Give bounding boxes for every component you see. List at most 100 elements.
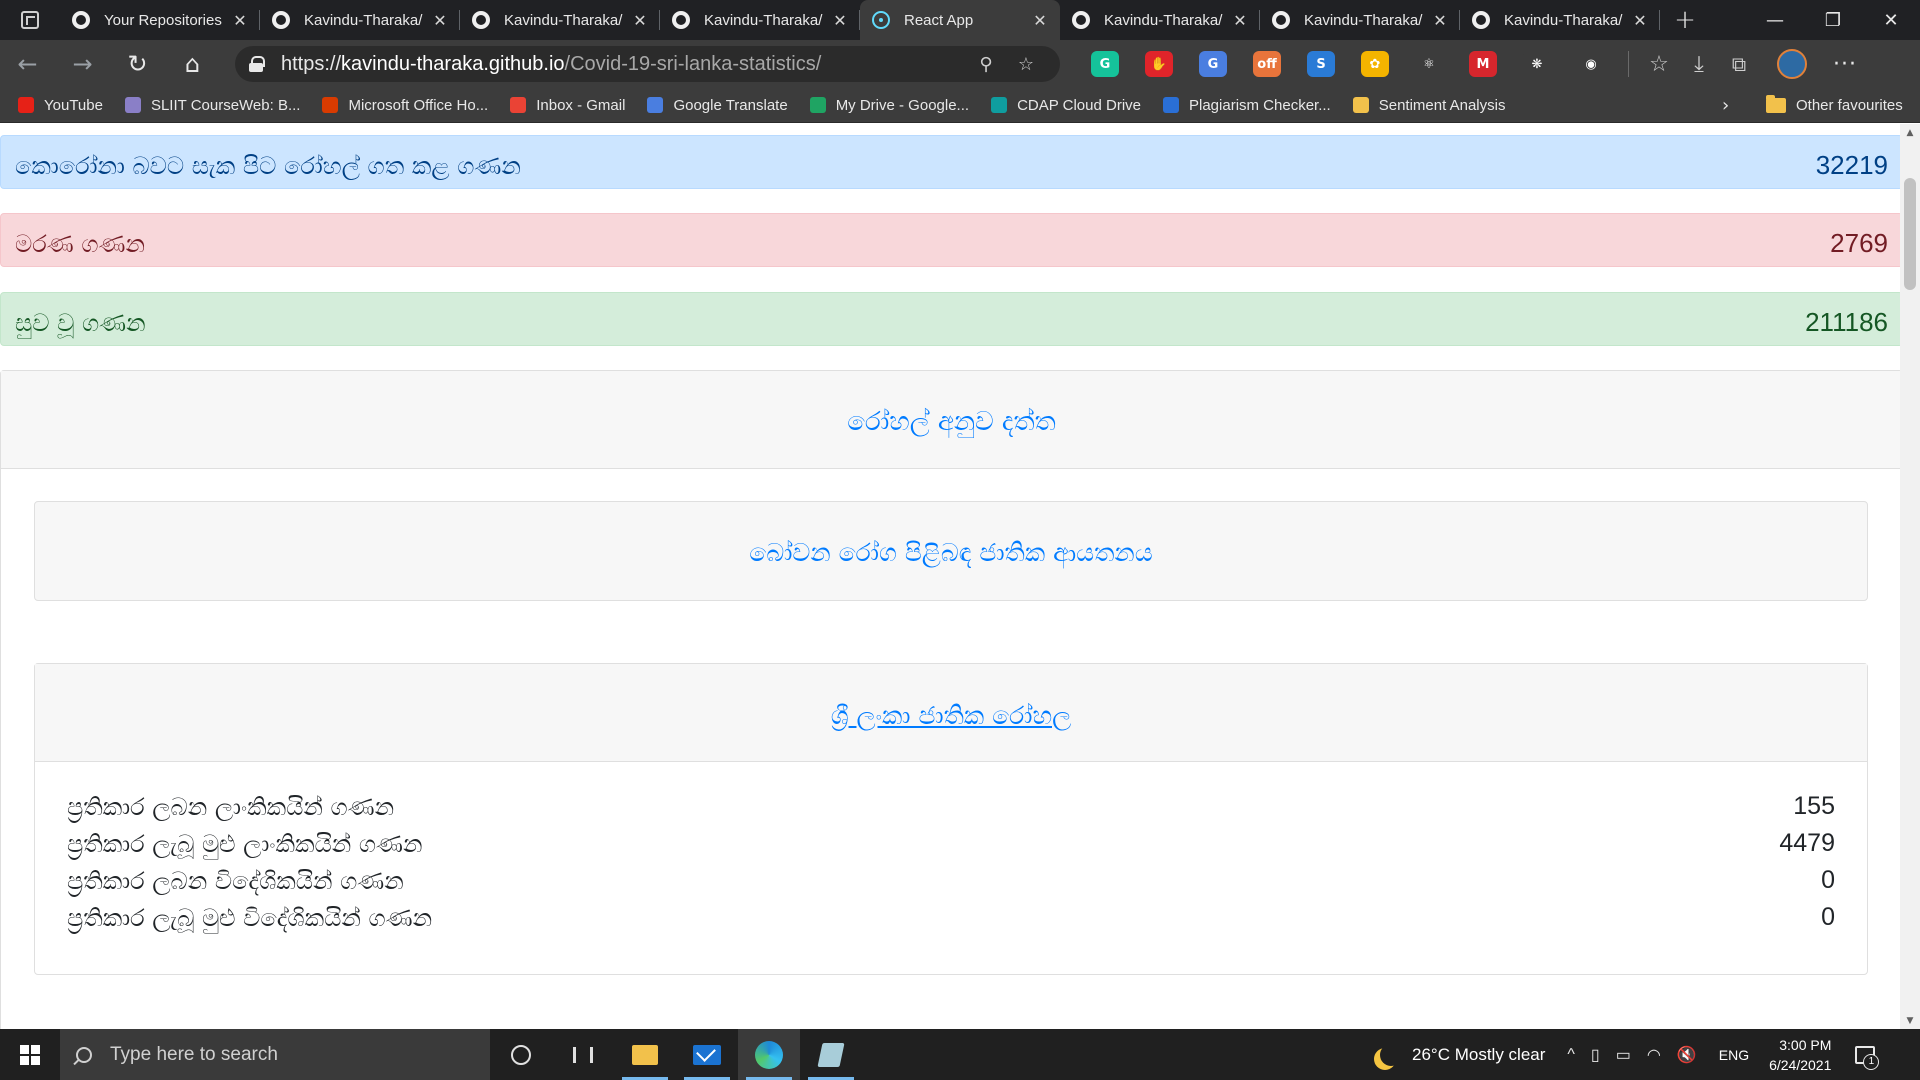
bookmark-item[interactable]: Microsoft Office Ho... (322, 97, 488, 114)
browser-tab[interactable]: Kavindu-Tharaka/ ✕ (260, 0, 460, 40)
scroll-up-arrow-icon[interactable]: ▲ (1900, 124, 1920, 141)
taskbar-search[interactable]: Type here to search (60, 1029, 490, 1080)
address-bar[interactable]: https://kavindu-tharaka.github.io/Covid-… (235, 46, 1060, 82)
browser-tab[interactable]: Your Repositories ✕ (60, 0, 260, 40)
usb-icon[interactable]: ▯ (1591, 1045, 1600, 1065)
clock-date: 6/24/2021 (1769, 1056, 1832, 1073)
show-hidden-icons-icon[interactable]: ^ (1567, 1046, 1575, 1064)
browser-tab[interactable]: Kavindu-Tharaka/ ✕ (460, 0, 660, 40)
browser-tab[interactable]: React App ✕ (860, 0, 1060, 40)
close-tab-icon[interactable]: ✕ (430, 11, 450, 30)
favorites-icon[interactable]: ☆ (1639, 52, 1679, 77)
notification-count-badge: 1 (1863, 1053, 1880, 1070)
translate-icon[interactable]: G (1199, 51, 1227, 77)
cookie-ext-icon[interactable]: ◉ (1577, 51, 1605, 77)
notes-app-button[interactable] (800, 1029, 862, 1080)
language-indicator[interactable]: ENG (1719, 1047, 1749, 1063)
close-window-button[interactable]: ✕ (1862, 0, 1920, 40)
close-tab-icon[interactable]: ✕ (1430, 11, 1450, 30)
hospital-stats: ප්‍රතිකාර ලබන ලාංකිකයින් ගණන 155 ප්‍රතික… (35, 762, 1867, 936)
notification-center-icon[interactable]: 1 (1855, 1045, 1880, 1070)
react-devtools-icon[interactable]: ⚛ (1415, 51, 1443, 77)
hospital-data-header: රෝහල් අනුව දත්ත (1, 371, 1900, 469)
bookmark-item[interactable]: Sentiment Analysis (1352, 97, 1505, 114)
moon-icon[interactable] (1380, 1044, 1402, 1066)
scroll-down-arrow-icon[interactable]: ▼ (1900, 1012, 1920, 1029)
weather-text[interactable]: 26°C Mostly clear (1412, 1045, 1545, 1065)
ext-off-icon[interactable]: off (1253, 51, 1281, 77)
start-button[interactable] (0, 1029, 60, 1080)
home-button[interactable]: ⌂ (165, 40, 220, 88)
recovered-value: 211186 (1805, 306, 1888, 337)
restore-button[interactable]: ❐ (1804, 0, 1862, 40)
forward-button[interactable]: → (55, 40, 110, 88)
downloads-icon[interactable]: ⤓ (1679, 52, 1719, 77)
tab-actions-icon (21, 11, 39, 29)
bookmark-item[interactable]: YouTube (18, 97, 103, 114)
more-menu-icon[interactable]: ··· (1833, 52, 1857, 77)
other-favourites-folder[interactable]: Other favourites (1766, 94, 1903, 114)
tab-actions-button[interactable] (0, 0, 60, 40)
task-view-button[interactable] (552, 1029, 614, 1080)
bookmark-item[interactable]: CDAP Cloud Drive (991, 97, 1141, 114)
flower-ext-icon[interactable]: ✿ (1361, 51, 1389, 77)
url-scheme: https:// (281, 52, 342, 75)
url-text[interactable]: https://kavindu-tharaka.github.io/Covid-… (281, 53, 966, 76)
hospital-name-link[interactable]: ශ්‍රී ලංකා ජාතික රෝහල (831, 695, 1072, 731)
extension-list: G ✋ Goff S ✿ ⚛ M ❋ ◉ (1078, 51, 1618, 77)
wifi-icon[interactable]: ◠ (1647, 1045, 1661, 1065)
bookmark-favicon-icon (322, 97, 339, 113)
file-explorer-button[interactable] (614, 1029, 676, 1080)
bookmark-item[interactable]: SLIIT CourseWeb: B... (124, 97, 300, 114)
folder-icon (1766, 94, 1786, 113)
back-button[interactable]: ← (0, 40, 55, 88)
tab-list: Your Repositories ✕ Kavindu-Tharaka/✕ Kavin… (60, 0, 1660, 40)
bookmark-label: Plagiarism Checker... (1189, 96, 1331, 114)
mendeley-icon[interactable]: M (1469, 51, 1497, 77)
cortana-button[interactable] (490, 1029, 552, 1080)
toolbar-separator (1628, 51, 1629, 77)
bookmark-item[interactable]: Google Translate (647, 97, 788, 114)
zoom-icon[interactable]: ⚲ (966, 54, 1006, 75)
bookmark-favicon-icon (809, 97, 826, 113)
edge-button[interactable] (738, 1029, 800, 1080)
scrollbar-thumb[interactable] (1904, 178, 1916, 290)
tab-title: Kavindu-Tharaka/ (704, 11, 823, 29)
page-content: කොරෝනා බවට සැක පිට රෝහල් ගත කළ ගණන 32219… (0, 124, 1900, 1029)
bookmark-item[interactable]: My Drive - Google... (809, 97, 969, 114)
new-tab-button[interactable]: + (1660, 0, 1710, 40)
bookmark-item[interactable]: Inbox - Gmail (510, 97, 625, 114)
close-tab-icon[interactable]: ✕ (630, 11, 650, 30)
bookmark-favicon-icon (510, 97, 527, 113)
bookmarks-bar: YouTube SLIIT CourseWeb: B... Microsoft Of… (0, 88, 1920, 123)
stat-value: 155 (1793, 792, 1835, 820)
bookmarks-overflow-icon[interactable]: › (1722, 95, 1729, 116)
browser-tab[interactable]: Kavindu-Tharaka/ ✕ (660, 0, 860, 40)
system-tray: 26°C Mostly clear ^ ▯ ▭ ◠ 🔇 ENG 3:00 PM … (1372, 1029, 1880, 1080)
volume-muted-icon[interactable]: 🔇 (1677, 1045, 1697, 1065)
close-tab-icon[interactable]: ✕ (1030, 11, 1050, 30)
page-scrollbar[interactable]: ▲ ▼ (1900, 124, 1920, 1029)
close-tab-icon[interactable]: ✕ (1230, 11, 1250, 30)
browser-tab[interactable]: Kavindu-Tharaka/ ✕ (1260, 0, 1460, 40)
mail-button[interactable] (676, 1029, 738, 1080)
stat-value: 0 (1821, 866, 1835, 894)
refresh-button[interactable]: ↻ (110, 40, 165, 88)
minimize-button[interactable]: — (1746, 0, 1804, 40)
clock[interactable]: 3:00 PM 6/24/2021 (1769, 1035, 1831, 1075)
battery-icon[interactable]: ▭ (1616, 1045, 1631, 1065)
grammarly-icon[interactable]: G (1091, 51, 1119, 77)
openai-ext-icon[interactable]: ❋ (1523, 51, 1551, 77)
adblock-icon[interactable]: ✋ (1145, 51, 1173, 77)
collections-icon[interactable]: ⧉ (1719, 52, 1759, 76)
close-tab-icon[interactable]: ✕ (230, 11, 250, 30)
close-tab-icon[interactable]: ✕ (1630, 11, 1650, 30)
browser-tab[interactable]: Kavindu-Tharaka/ ✕ (1460, 0, 1660, 40)
add-favorite-icon[interactable]: ☆ (1006, 54, 1046, 75)
bookmark-item[interactable]: Plagiarism Checker... (1163, 97, 1331, 114)
browser-tab[interactable]: Kavindu-Tharaka/ ✕ (1060, 0, 1260, 40)
close-tab-icon[interactable]: ✕ (830, 11, 850, 30)
lock-icon[interactable] (249, 56, 265, 72)
profile-avatar[interactable] (1777, 49, 1807, 79)
shield-ext-icon[interactable]: S (1307, 51, 1335, 77)
